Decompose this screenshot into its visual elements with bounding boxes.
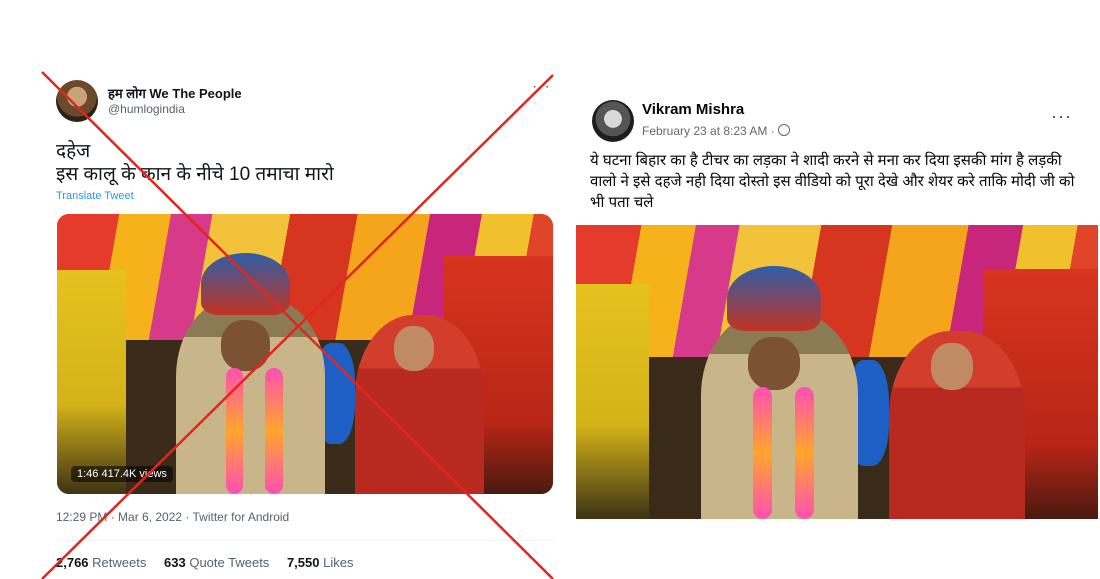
translate-tweet-link[interactable]: Translate Tweet bbox=[56, 190, 134, 202]
video-duration-views: 1:46 417.4K views bbox=[71, 466, 173, 482]
tweet-text: दहेज इस कालू के कान के नीचे 10 तमाचा मार… bbox=[56, 141, 334, 185]
avatar[interactable] bbox=[592, 100, 634, 142]
quote-tweets-label[interactable]: Quote Tweets bbox=[189, 555, 269, 570]
tweet-display-name[interactable]: हम लोग We The People bbox=[108, 84, 242, 102]
tweet-timestamp[interactable]: 12:29 PM · Mar 6, 2022 · Twitter for And… bbox=[56, 510, 289, 524]
more-options-icon[interactable]: ··· bbox=[1051, 106, 1072, 127]
likes-count[interactable]: 7,550 bbox=[287, 555, 320, 570]
retweets-label[interactable]: Retweets bbox=[92, 555, 146, 570]
post-date[interactable]: February 23 at 8:23 AM · bbox=[642, 124, 790, 138]
wedding-photo bbox=[576, 225, 1098, 519]
post-date-text[interactable]: February 23 at 8:23 AM · bbox=[642, 124, 775, 138]
post-author[interactable]: Vikram Mishra bbox=[642, 101, 744, 118]
tweet-video[interactable]: 1:46 417.4K views bbox=[57, 214, 553, 494]
tweet-stats: 2,766 Retweets 633 Quote Tweets 7,550 Li… bbox=[56, 555, 353, 570]
likes-label[interactable]: Likes bbox=[323, 555, 353, 570]
avatar[interactable] bbox=[56, 80, 98, 122]
globe-icon bbox=[777, 124, 790, 136]
tweet-handle[interactable]: @humlogindia bbox=[108, 102, 185, 116]
tweet-card: हम लोग We The People @humlogindia ··· दह… bbox=[40, 70, 555, 579]
facebook-post-card: Vikram Mishra February 23 at 8:23 AM · ·… bbox=[576, 88, 1098, 520]
divider bbox=[56, 540, 555, 541]
more-options-icon[interactable]: ··· bbox=[532, 78, 551, 96]
wedding-photo bbox=[57, 214, 553, 494]
post-image[interactable] bbox=[576, 225, 1098, 519]
post-text: ये घटना बिहार का है टीचर का लड़का ने शाद… bbox=[590, 152, 1075, 211]
quote-tweets-count[interactable]: 633 bbox=[164, 555, 186, 570]
retweets-count[interactable]: 2,766 bbox=[56, 555, 89, 570]
